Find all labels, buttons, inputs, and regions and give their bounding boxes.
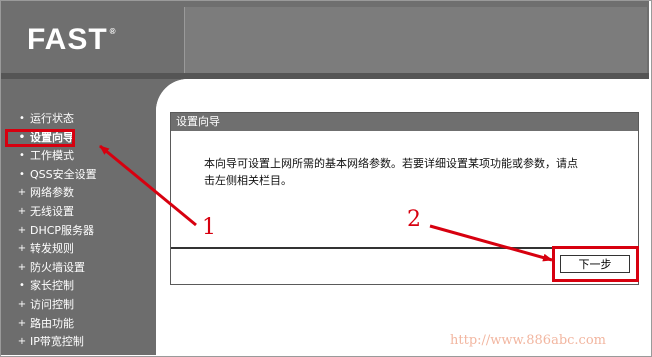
sidebar-item-parental[interactable]: • 家长控制 (0, 277, 155, 296)
fast-logo: FAST ® (27, 23, 117, 56)
watermark: http://www.886abc.com (450, 333, 606, 348)
sidebar-item-status[interactable]: • 运行状态 (0, 110, 155, 129)
highlight-box (5, 128, 75, 147)
header-bar: FAST ® (1, 1, 649, 73)
panel-description: 本向导可设置上网所需的基本网络参数。若要详细设置某项功能或参数，请点 击左侧相关… (204, 157, 578, 187)
sidebar-item-work-mode[interactable]: • 工作模式 (0, 147, 155, 166)
sidebar-item-routing[interactable]: + 路由功能 (0, 315, 155, 334)
sidebar-item-network[interactable]: + 网络参数 (0, 184, 155, 203)
sidebar-item-setup-wizard[interactable]: • 设置向导 (0, 128, 155, 148)
panel-title: 设置向导 (171, 113, 638, 131)
sidebar-item-bandwidth[interactable]: + IP带宽控制 (0, 333, 155, 352)
annotation-step-1: 1 (202, 215, 216, 240)
sidebar-menu: • 运行状态 • 设置向导 • 工作模式 • QSS安全设置 + 网络参数 + 无线设置 +… (0, 110, 155, 352)
sidebar-item-wireless[interactable]: + 无线设置 (0, 203, 155, 222)
sidebar-item-forwarding[interactable]: + 转发规则 (0, 240, 155, 259)
next-button[interactable]: 下一步 (560, 255, 630, 273)
sidebar-item-access-control[interactable]: + 访问控制 (0, 296, 155, 315)
sidebar-item-qss[interactable]: • QSS安全设置 (0, 166, 155, 185)
sidebar-item-firewall[interactable]: + 防火墙设置 (0, 259, 155, 278)
header-banner (184, 7, 647, 73)
annotation-step-2: 2 (407, 207, 421, 232)
sidebar-item-dhcp[interactable]: + DHCP服务器 (0, 222, 155, 241)
